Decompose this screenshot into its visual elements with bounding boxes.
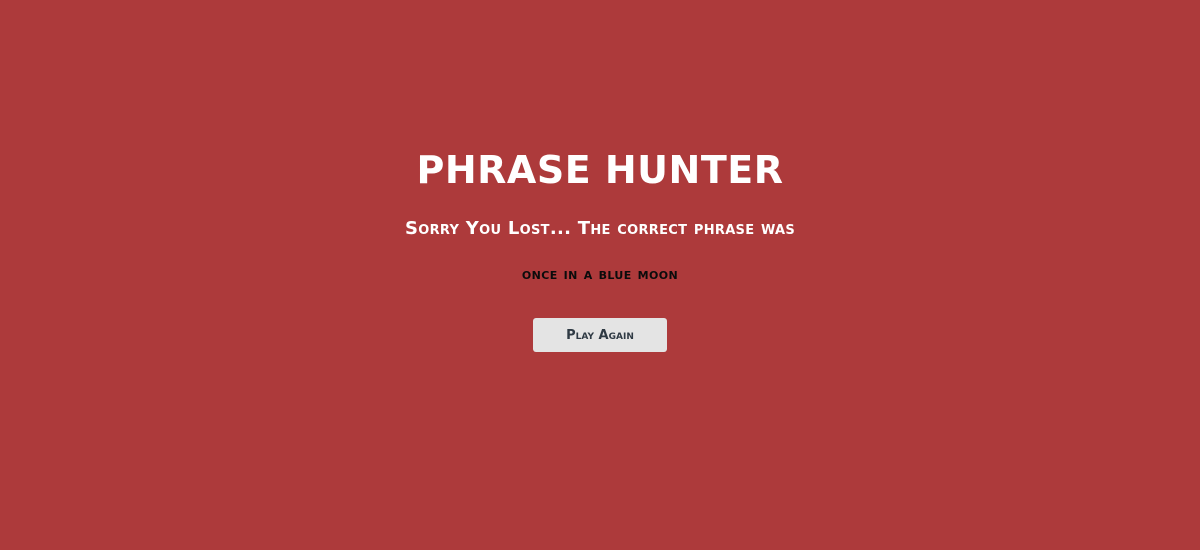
game-title: PHRASE HUNTER <box>416 148 784 192</box>
lose-message: Sorry You Lost... The correct phrase was <box>404 218 796 239</box>
play-again-button[interactable]: Play Again <box>533 318 667 352</box>
game-over-overlay: PHRASE HUNTER Sorry You Lost... The corr… <box>0 0 1200 550</box>
correct-phrase: once in a blue moon <box>521 264 679 283</box>
